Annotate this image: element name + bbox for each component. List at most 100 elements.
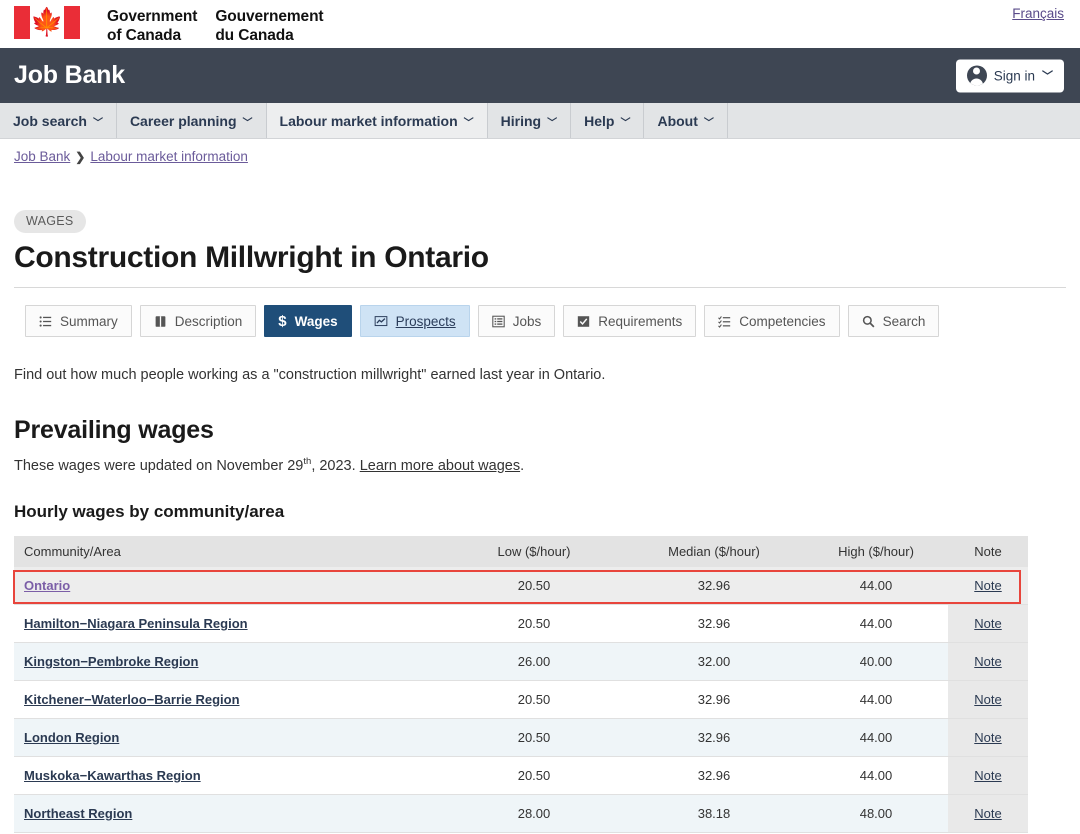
page-content: WAGES Construction Millwright in Ontario… xyxy=(0,164,1080,833)
nav-item-labour-market-information[interactable]: Labour market information ﹀ xyxy=(266,103,488,138)
cell-low: 20.50 xyxy=(444,566,624,605)
chevron-down-icon: ﹀ xyxy=(1042,70,1053,83)
occupation-tabs: Summary Description $ Wages Prospects Jo… xyxy=(14,305,1066,337)
updated-period: . xyxy=(520,457,525,474)
cell-high: 44.00 xyxy=(804,680,948,719)
table-title-hourly-wages: Hourly wages by community/area xyxy=(14,501,285,521)
note-link[interactable]: Note xyxy=(974,692,1001,707)
tab-label: Prospects xyxy=(395,313,456,329)
table-row[interactable]: Kitchener−Waterloo−Barrie Region 20.50 3… xyxy=(14,680,1028,719)
cell-median: 38.18 xyxy=(624,794,804,833)
book-icon xyxy=(154,315,167,328)
job-bank-title: Job Bank xyxy=(14,61,125,89)
title-divider xyxy=(14,287,1066,288)
community-area-link[interactable]: Ontario xyxy=(24,578,70,593)
cell-note: Note xyxy=(948,680,1028,719)
community-area-link[interactable]: Kitchener−Waterloo−Barrie Region xyxy=(24,692,240,707)
nav-label: Hiring xyxy=(500,112,542,129)
breadcrumb-separator-icon: ❯ xyxy=(75,149,86,164)
note-link[interactable]: Note xyxy=(974,768,1001,783)
nav-item-career-planning[interactable]: Career planning ﹀ xyxy=(117,103,267,138)
table-row[interactable]: Kingston−Pembroke Region 26.00 32.00 40.… xyxy=(14,642,1028,681)
chevron-down-icon: ﹀ xyxy=(547,118,558,129)
sign-in-button[interactable]: Sign in ﹀ xyxy=(955,59,1064,92)
cell-note: Note xyxy=(948,756,1028,795)
community-area-link[interactable]: Muskoka−Kawarthas Region xyxy=(24,768,201,783)
cell-community-area: Ontario xyxy=(14,566,444,605)
tab-jobs[interactable]: Jobs xyxy=(477,305,556,337)
canada-flag-icon: 🍁 xyxy=(14,6,80,39)
tab-prospects[interactable]: Prospects xyxy=(359,305,470,337)
checkbox-icon xyxy=(577,315,590,328)
cell-high: 48.00 xyxy=(804,794,948,833)
nav-item-job-search[interactable]: Job search ﹀ xyxy=(0,103,117,138)
tab-label: Search xyxy=(882,313,926,329)
language-toggle-link[interactable]: Français xyxy=(1012,6,1064,21)
cell-high: 44.00 xyxy=(804,756,948,795)
cell-median: 32.96 xyxy=(624,756,804,795)
table-row[interactable]: Northeast Region 28.00 38.18 48.00 Note xyxy=(14,794,1028,833)
community-area-link[interactable]: Kingston−Pembroke Region xyxy=(24,654,198,669)
search-icon xyxy=(862,315,875,328)
cell-high: 40.00 xyxy=(804,642,948,681)
learn-more-about-wages-link[interactable]: Learn more about wages xyxy=(360,458,520,474)
table-body: Ontario 20.50 32.96 44.00 Note Hamilton−… xyxy=(14,566,1028,833)
tab-summary[interactable]: Summary xyxy=(25,305,132,337)
column-header-median: Median ($/hour) xyxy=(624,535,804,567)
checklist-icon xyxy=(718,315,731,328)
tab-wages[interactable]: $ Wages xyxy=(264,305,352,337)
tab-search[interactable]: Search xyxy=(847,305,940,337)
table-header: Community/Area Low ($/hour) Median ($/ho… xyxy=(14,535,1028,567)
note-link[interactable]: Note xyxy=(974,616,1001,631)
table-row[interactable]: Ontario 20.50 32.96 44.00 Note xyxy=(14,566,1028,605)
community-area-link[interactable]: Northeast Region xyxy=(24,806,132,821)
section-title-prevailing-wages: Prevailing wages xyxy=(14,416,214,444)
community-area-link[interactable]: Hamilton−Niagara Peninsula Region xyxy=(24,616,248,631)
list-icon xyxy=(39,315,52,328)
breadcrumb-link-labour-market-information[interactable]: Labour market information xyxy=(90,149,248,164)
cell-low: 20.50 xyxy=(444,756,624,795)
chart-line-icon xyxy=(374,315,388,328)
breadcrumb-link-job-bank[interactable]: Job Bank xyxy=(14,149,70,164)
nav-item-about[interactable]: About ﹀ xyxy=(644,103,728,138)
table-header-row: Community/Area Low ($/hour) Median ($/ho… xyxy=(14,535,1028,567)
hourly-wages-table: Community/Area Low ($/hour) Median ($/ho… xyxy=(14,535,1028,833)
sign-in-label: Sign in xyxy=(993,68,1035,83)
list-panel-icon xyxy=(491,315,505,328)
column-header-community-area: Community/Area xyxy=(14,535,444,567)
note-link[interactable]: Note xyxy=(974,806,1001,821)
chevron-down-icon: ﹀ xyxy=(242,118,253,129)
nav-label: Job search xyxy=(13,112,87,129)
wordmark-fr-line1: Gouvernement xyxy=(215,8,324,25)
table-row[interactable]: Hamilton−Niagara Peninsula Region 20.50 … xyxy=(14,604,1028,643)
wages-updated-text: These wages were updated on November 29t… xyxy=(14,456,1066,474)
chevron-down-icon: ﹀ xyxy=(703,118,714,129)
tab-description[interactable]: Description xyxy=(139,305,257,337)
nav-item-help[interactable]: Help ﹀ xyxy=(571,103,645,138)
tab-competencies[interactable]: Competencies xyxy=(704,305,840,337)
nav-item-hiring[interactable]: Hiring ﹀ xyxy=(488,103,572,138)
cell-median: 32.96 xyxy=(624,680,804,719)
goc-wordmark: Government of Canada Gouvernement du Can… xyxy=(107,7,324,45)
wordmark-en-line1: Government xyxy=(107,8,198,25)
main-navigation: Job search ﹀ Career planning ﹀ Labour ma… xyxy=(0,103,1080,139)
cell-community-area: Northeast Region xyxy=(14,794,444,833)
cell-high: 44.00 xyxy=(804,604,948,643)
tab-label: Competencies xyxy=(739,313,826,329)
cell-note: Note xyxy=(948,642,1028,681)
status-badge: WAGES xyxy=(14,210,86,233)
cell-note: Note xyxy=(948,604,1028,643)
tab-label: Requirements xyxy=(598,313,683,329)
community-area-link[interactable]: London Region xyxy=(24,730,119,745)
user-avatar-icon xyxy=(966,65,987,86)
table-row[interactable]: Muskoka−Kawarthas Region 20.50 32.96 44.… xyxy=(14,756,1028,795)
tab-label: Summary xyxy=(60,313,118,329)
note-link[interactable]: Note xyxy=(974,730,1001,745)
cell-median: 32.96 xyxy=(624,604,804,643)
note-link[interactable]: Note xyxy=(974,654,1001,669)
table-row[interactable]: London Region 20.50 32.96 44.00 Note xyxy=(14,718,1028,757)
note-link[interactable]: Note xyxy=(974,578,1001,593)
tab-requirements[interactable]: Requirements xyxy=(563,305,697,337)
cell-community-area: Kingston−Pembroke Region xyxy=(14,642,444,681)
column-header-note: Note xyxy=(948,535,1028,567)
